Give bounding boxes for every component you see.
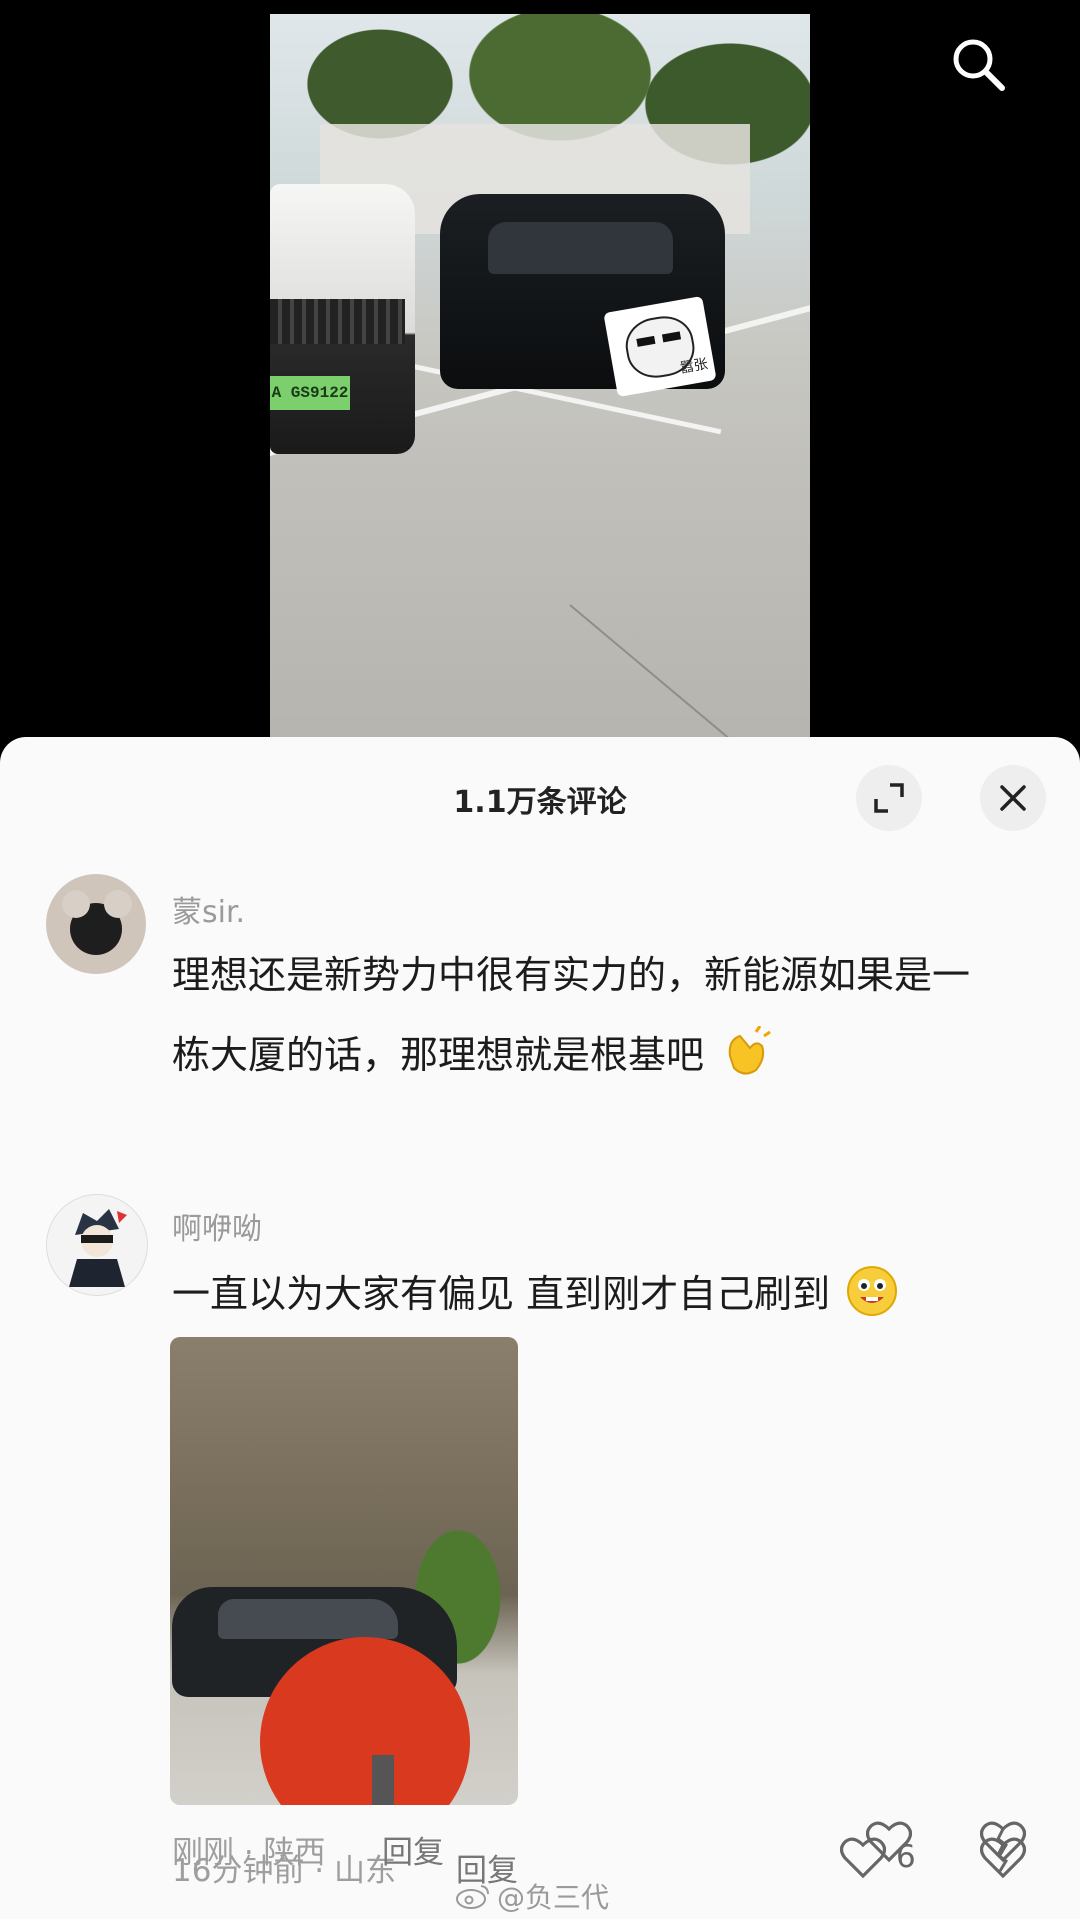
comment-image[interactable] xyxy=(170,1337,518,1805)
meme-sticker: 嚣张 xyxy=(603,295,717,398)
comment-meta: 刚刚 · 陕西 xyxy=(172,1835,326,1871)
comment-text-line: 栋大厦的话，那理想就是根基吧 xyxy=(172,1015,1032,1095)
white-suv-grille xyxy=(270,299,405,344)
comments-sheet: 1.1万条评论 蒙sir. 理想还是新势力中很有实力的，新能源如果是一 栋大厦的… xyxy=(0,737,1080,1919)
car-window xyxy=(218,1599,398,1639)
comment-text: 一直以为大家有偏见 直到刚才自己刷到 xyxy=(172,1254,1032,1334)
avatar[interactable] xyxy=(46,1194,148,1296)
comment-text-line: 理想还是新势力中很有实力的，新能源如果是一 xyxy=(172,953,971,997)
broken-heart-icon xyxy=(979,1821,1027,1863)
comment-username[interactable]: 蒙sir. xyxy=(172,887,245,931)
comment-text-fragment: 一直以为大家有偏见 直到刚才自己刷到 xyxy=(172,1272,831,1316)
close-button[interactable] xyxy=(980,765,1046,831)
pavement-crack xyxy=(569,604,810,750)
avatar-image xyxy=(62,890,132,955)
search-icon[interactable] xyxy=(948,34,1008,94)
clapping-hands-icon xyxy=(720,1025,772,1077)
reply-button[interactable]: 回复 xyxy=(382,1827,444,1872)
video-player[interactable]: A GS9122 嚣张 xyxy=(0,0,1080,760)
sticker-text: 嚣张 xyxy=(678,356,710,377)
license-plate: A GS9122 xyxy=(270,376,350,410)
comment-username[interactable]: 啊咿呦 xyxy=(172,1204,262,1248)
video-frame[interactable]: A GS9122 嚣张 xyxy=(270,14,810,750)
black-suv-window xyxy=(488,222,673,274)
avatar-image xyxy=(69,1209,127,1287)
comment-text: 理想还是新势力中很有实力的，新能源如果是一 栋大厦的话，那理想就是根基吧 xyxy=(172,935,1032,1095)
expand-button[interactable] xyxy=(856,765,922,831)
grinning-face-icon xyxy=(846,1264,898,1316)
weibo-icon xyxy=(456,1885,489,1909)
comment-text-fragment: 栋大厦的话，那理想就是根基吧 xyxy=(172,1033,705,1077)
like-button[interactable] xyxy=(866,1819,912,1863)
watermark-text: @负三代 xyxy=(497,1881,610,1914)
dislike-button[interactable] xyxy=(979,1819,1027,1867)
expand-icon xyxy=(874,783,904,813)
avatar[interactable] xyxy=(46,874,146,974)
bollard xyxy=(372,1755,394,1805)
heart-icon xyxy=(866,1821,912,1863)
watermark: @负三代 xyxy=(455,1876,609,1916)
close-icon xyxy=(1000,785,1026,811)
